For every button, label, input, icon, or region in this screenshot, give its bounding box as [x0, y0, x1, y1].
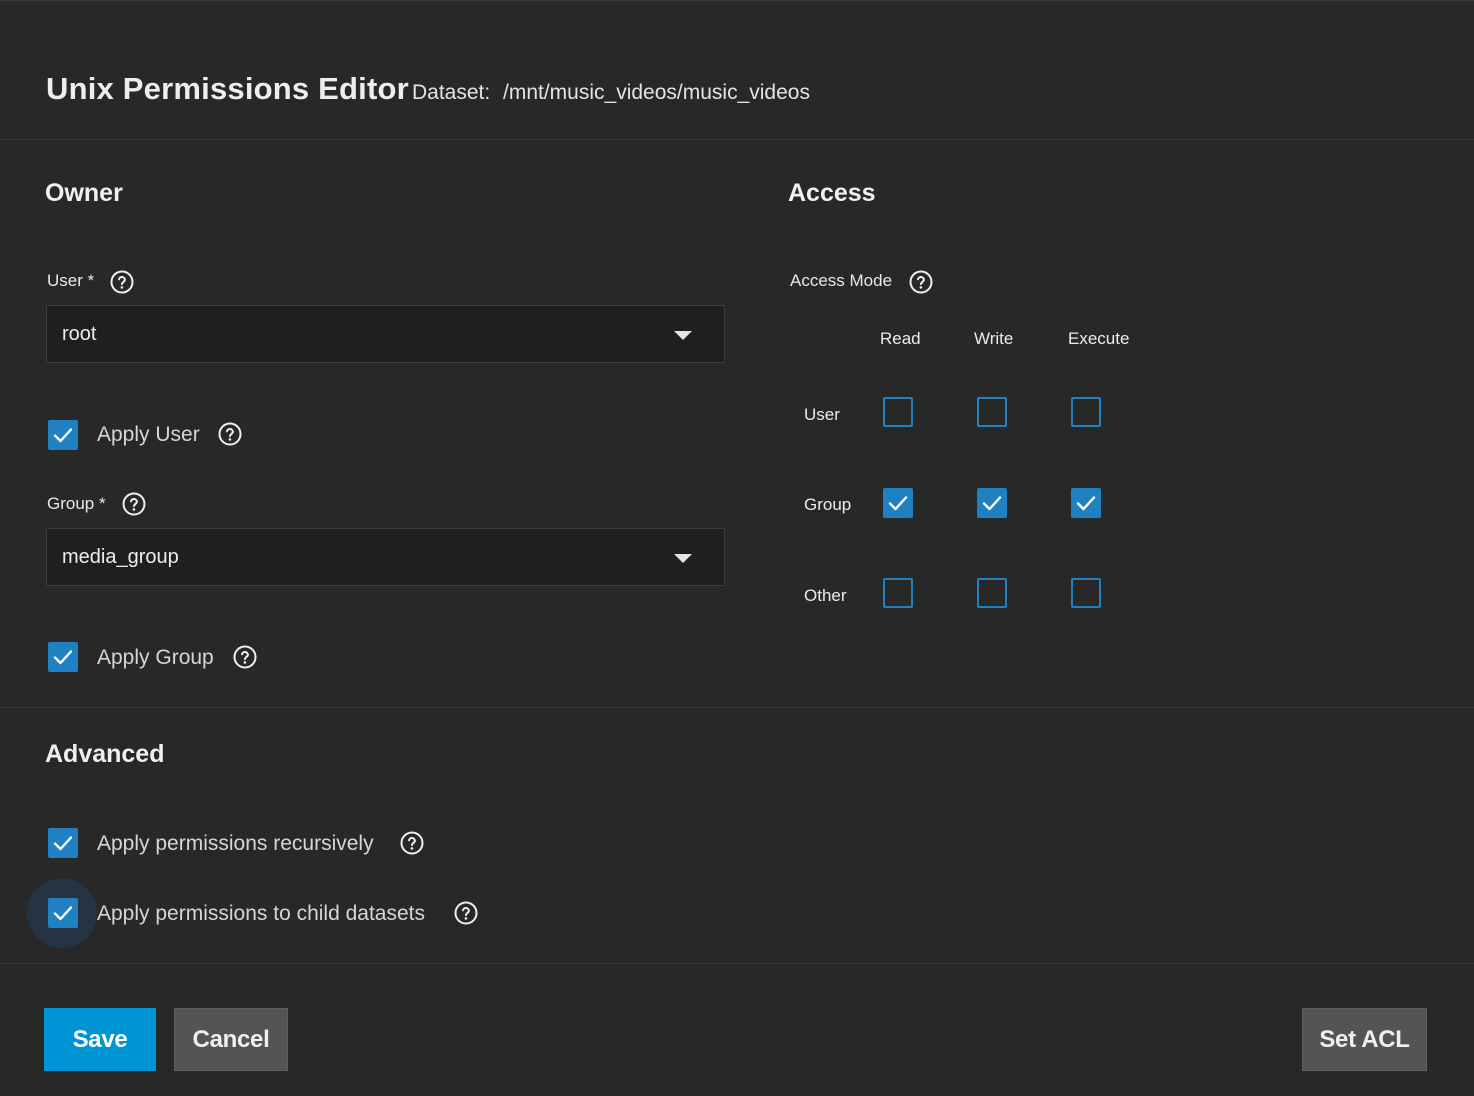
help-circle-icon[interactable] — [110, 270, 134, 294]
group-select[interactable]: media_group — [46, 528, 725, 586]
advanced-section-title: Advanced — [45, 740, 165, 768]
checkmark-icon — [53, 906, 73, 921]
access-section-title: Access — [788, 179, 876, 207]
other-read-checkbox[interactable] — [883, 578, 913, 608]
section-divider — [0, 707, 1474, 708]
group-write-checkbox[interactable] — [977, 488, 1007, 518]
checkmark-icon — [53, 650, 73, 665]
dialog-header: Unix Permissions Editor Dataset: /mnt/mu… — [0, 1, 1474, 140]
actions-divider — [0, 963, 1474, 964]
checkmark-icon — [53, 428, 73, 443]
row-label-user: User — [804, 405, 840, 424]
cancel-button[interactable]: Cancel — [174, 1008, 288, 1071]
save-button[interactable]: Save — [44, 1008, 156, 1071]
checkmark-icon — [888, 496, 908, 511]
column-header-read: Read — [880, 329, 921, 348]
owner-section-title: Owner — [45, 179, 123, 207]
apply-group-checkbox[interactable] — [48, 642, 78, 672]
unix-permissions-dialog: Unix Permissions Editor Dataset: /mnt/mu… — [0, 0, 1474, 1096]
column-header-execute: Execute — [1068, 329, 1130, 348]
apply-user-label: Apply User — [97, 423, 200, 446]
row-label-group: Group — [804, 495, 852, 514]
other-execute-checkbox[interactable] — [1071, 578, 1101, 608]
dataset-label: Dataset: — [412, 81, 491, 104]
help-circle-icon[interactable] — [909, 270, 933, 294]
help-circle-icon[interactable] — [454, 901, 478, 925]
apply-recursively-checkbox[interactable] — [48, 828, 78, 858]
caret-down-icon — [674, 554, 692, 563]
user-select-value: root — [62, 323, 97, 345]
checkmark-icon — [982, 496, 1002, 511]
group-select-value: media_group — [62, 546, 179, 568]
user-field-label: User * — [47, 271, 95, 290]
checkmark-icon — [1076, 496, 1096, 511]
apply-recursively-label: Apply permissions recursively — [97, 832, 374, 855]
column-header-write: Write — [974, 329, 1014, 348]
row-label-other: Other — [804, 586, 847, 605]
page-title: Unix Permissions Editor — [46, 71, 409, 106]
apply-user-checkbox[interactable] — [48, 420, 78, 450]
help-circle-icon[interactable] — [218, 422, 242, 446]
dataset-path: /mnt/music_videos/music_videos — [503, 81, 810, 104]
help-circle-icon[interactable] — [400, 831, 424, 855]
user-execute-checkbox[interactable] — [1071, 397, 1101, 427]
other-write-checkbox[interactable] — [977, 578, 1007, 608]
checkmark-icon — [53, 836, 73, 851]
apply-child-datasets-checkbox[interactable] — [48, 898, 78, 928]
apply-child-datasets-label: Apply permissions to child datasets — [97, 902, 425, 925]
access-mode-label: Access Mode — [790, 271, 893, 290]
set-acl-button[interactable]: Set ACL — [1302, 1008, 1427, 1071]
group-field-label: Group * — [47, 494, 106, 513]
group-execute-checkbox[interactable] — [1071, 488, 1101, 518]
group-read-checkbox[interactable] — [883, 488, 913, 518]
apply-group-label: Apply Group — [97, 646, 214, 669]
caret-down-icon — [674, 331, 692, 340]
user-write-checkbox[interactable] — [977, 397, 1007, 427]
help-circle-icon[interactable] — [122, 492, 146, 516]
user-select[interactable]: root — [46, 305, 725, 363]
user-read-checkbox[interactable] — [883, 397, 913, 427]
help-circle-icon[interactable] — [233, 645, 257, 669]
